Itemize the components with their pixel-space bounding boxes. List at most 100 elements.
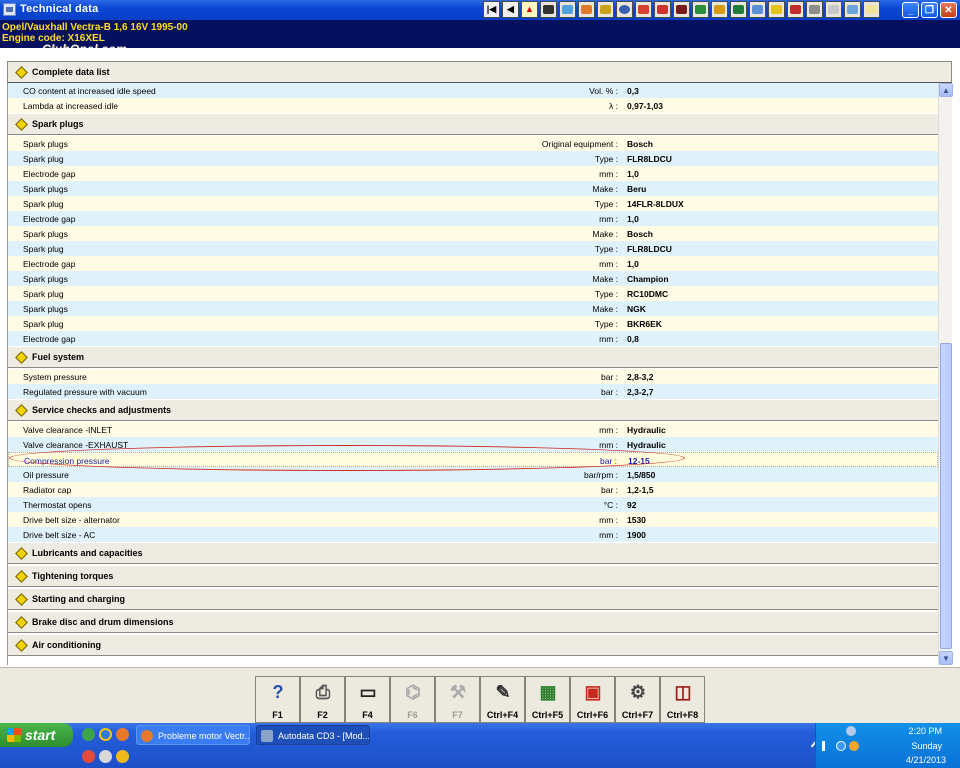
row-label: Compression pressure xyxy=(24,456,110,466)
info-icon[interactable] xyxy=(863,1,880,18)
firefox-icon[interactable] xyxy=(116,728,129,741)
data-row[interactable]: Drive belt size - AC mm : 1900 xyxy=(8,527,938,542)
row-value: 2,8-3,2 xyxy=(627,372,654,382)
data-row[interactable]: Spark plug Type : BKR6EK xyxy=(8,316,938,331)
data-row[interactable]: Spark plugs Make : Champion xyxy=(8,271,938,286)
fkey-ctrl-f4[interactable]: ✎ Ctrl+F4 xyxy=(480,676,525,723)
section-collapsed-0[interactable]: Lubricants and capacities xyxy=(8,542,938,564)
data-row[interactable]: Valve clearance -EXHAUST mm : Hydraulic xyxy=(8,437,938,452)
minimize-button[interactable]: _ xyxy=(902,2,919,18)
print-icon: ⎙ xyxy=(315,681,331,702)
fkey-f6[interactable]: ⌬ F6 xyxy=(390,676,435,723)
opera-icon[interactable] xyxy=(82,750,95,763)
lift-icon[interactable] xyxy=(673,1,690,18)
start-button[interactable]: start xyxy=(0,723,73,747)
desktop-icon[interactable] xyxy=(99,750,112,763)
fkey-ctrl-f8[interactable]: ◫ Ctrl+F8 xyxy=(660,676,705,723)
section-spark-plugs[interactable]: Spark plugs xyxy=(8,113,938,135)
scroll-up-arrow-icon[interactable]: ▲ xyxy=(939,83,953,97)
scroll-down-arrow-icon[interactable]: ▼ xyxy=(939,651,953,665)
thermometer-icon[interactable] xyxy=(635,1,652,18)
clock-time[interactable]: 2:20 PM xyxy=(908,726,942,736)
warning-icon[interactable]: ▲ xyxy=(521,1,538,18)
data-row[interactable]: Spark plugs Original equipment : Bosch xyxy=(8,136,938,151)
abs-icon[interactable] xyxy=(825,1,842,18)
fkey-ctrl-f7[interactable]: ⚙ Ctrl+F7 xyxy=(615,676,660,723)
window-controls: _ ❐ ✕ xyxy=(902,2,957,18)
data-row[interactable]: Electrode gap mm : 1,0 xyxy=(8,211,938,226)
settings-icon[interactable] xyxy=(806,1,823,18)
data-row[interactable]: Valve clearance -INLET mm : Hydraulic xyxy=(8,422,938,437)
internet-explorer-icon[interactable] xyxy=(99,728,112,741)
update-icon[interactable] xyxy=(849,741,859,751)
fkey-ctrl-f5[interactable]: ▦ Ctrl+F5 xyxy=(525,676,570,723)
calendar-icon[interactable] xyxy=(654,1,671,18)
data-row[interactable]: Spark plug Type : FLR8LDCU xyxy=(8,151,938,166)
data-row[interactable]: Spark plug Type : RC10DMC xyxy=(8,286,938,301)
data-row[interactable]: CO content at increased idle speed Vol. %… xyxy=(8,83,938,98)
section-collapsed-2[interactable]: Starting and charging xyxy=(8,588,938,610)
clock-app-icon[interactable] xyxy=(846,726,856,736)
section-collapsed-3[interactable]: Brake disc and drum dimensions xyxy=(8,611,938,633)
fkey-ctrl-f6[interactable]: ▣ Ctrl+F6 xyxy=(570,676,615,723)
data-row[interactable]: Spark plugs Make : Beru xyxy=(8,181,938,196)
media-icon[interactable] xyxy=(116,750,129,763)
fkey-f4[interactable]: ▭ F4 xyxy=(345,676,390,723)
function-keys: ? F1 ⎙ F2 ▭ F4 ⌬ F6 ⚒ F7 ✎ Ctrl+F4 ▦ Ctrl+F5 ▣ Ctrl+F6 ⚙… xyxy=(255,676,705,723)
data-row[interactable]: Electrode gap mm : 1,0 xyxy=(8,166,938,181)
section-fuel-system[interactable]: Fuel system xyxy=(8,346,938,368)
previous-record-icon[interactable]: ◀ xyxy=(502,1,519,18)
data-row[interactable]: Spark plug Type : FLR8LDCU xyxy=(8,241,938,256)
data-row[interactable]: Electrode gap mm : 0,8 xyxy=(8,331,938,346)
oil-icon[interactable] xyxy=(768,1,785,18)
app-icon xyxy=(3,3,16,16)
data-row[interactable]: Lambda at increased idle λ : 0,97-1,03 xyxy=(8,98,938,113)
selected-data-row[interactable]: Compression pressure bar : 12-15 xyxy=(8,452,938,467)
tyre-icon[interactable] xyxy=(616,1,633,18)
data-scroll-area[interactable]: CO content at increased idle speed Vol. %… xyxy=(7,83,953,665)
fkey-f7[interactable]: ⚒ F7 xyxy=(435,676,480,723)
data-row[interactable]: Radiator cap bar : 1,2-1,5 xyxy=(8,482,938,497)
row-unit: mm : xyxy=(599,425,618,435)
scroll-thumb[interactable] xyxy=(940,343,952,649)
data-row[interactable]: Thermostat opens °C : 92 xyxy=(8,497,938,512)
close-button[interactable]: ✕ xyxy=(940,2,957,18)
tools-icon[interactable] xyxy=(597,1,614,18)
belt-icon[interactable] xyxy=(749,1,766,18)
fkey-label: Ctrl+F4 xyxy=(486,710,519,720)
first-record-icon[interactable]: |◀ xyxy=(483,1,500,18)
chart-icon[interactable] xyxy=(559,1,576,18)
fkey-f1[interactable]: ? F1 xyxy=(255,676,300,723)
data-row[interactable]: Drive belt size - alternator mm : 1530 xyxy=(8,512,938,527)
back-circle-icon[interactable] xyxy=(836,741,846,751)
gauge-icon[interactable] xyxy=(578,1,595,18)
wiring-icon[interactable] xyxy=(692,1,709,18)
section-collapsed-1[interactable]: Tightening torques xyxy=(8,565,938,587)
data-row[interactable]: Spark plug Type : 14FLR-8LDUX xyxy=(8,196,938,211)
data-row[interactable]: Regulated pressure with vacuum bar : 2,3-2… xyxy=(8,384,938,399)
data-row[interactable]: Spark plugs Make : NGK xyxy=(8,301,938,316)
diagnostic-icon[interactable] xyxy=(730,1,747,18)
airbag-icon[interactable] xyxy=(711,1,728,18)
start-label: start xyxy=(25,727,56,743)
complete-data-list-header[interactable]: Complete data list xyxy=(7,61,952,83)
engine-icon[interactable] xyxy=(540,1,557,18)
row-label: Lambda at increased idle xyxy=(23,101,118,111)
maximize-button[interactable]: ❐ xyxy=(921,2,938,18)
brake-icon[interactable] xyxy=(787,1,804,18)
data-row[interactable]: System pressure bar : 2,8-3,2 xyxy=(8,369,938,384)
row-label: CO content at increased idle speed xyxy=(23,86,156,96)
data-row[interactable]: Electrode gap mm : 1,0 xyxy=(8,256,938,271)
section-service-checks[interactable]: Service checks and adjustments xyxy=(8,399,938,421)
data-row[interactable]: Spark plugs Make : Bosch xyxy=(8,226,938,241)
network-icon[interactable] xyxy=(822,741,825,751)
row-unit: mm : xyxy=(599,214,618,224)
vertical-scrollbar[interactable]: ▲ ▼ xyxy=(938,83,953,665)
service-indicator-icon[interactable] xyxy=(844,1,861,18)
data-row[interactable]: Oil pressure bar/rpm : 1,5/850 xyxy=(8,467,938,482)
task-autodata[interactable]: Autodata CD3 - [Mod... xyxy=(256,725,370,745)
task-browser[interactable]: Probleme motor Vectr... xyxy=(136,725,250,745)
section-collapsed-4[interactable]: Air conditioning xyxy=(8,634,938,656)
skype-icon[interactable] xyxy=(82,728,95,741)
fkey-f2[interactable]: ⎙ F2 xyxy=(300,676,345,723)
